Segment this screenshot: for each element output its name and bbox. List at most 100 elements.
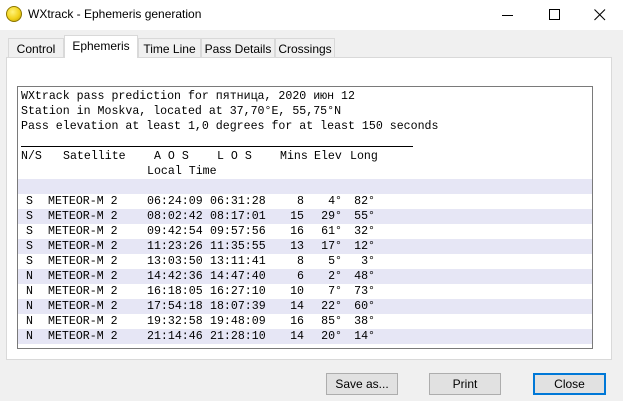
table-row: S METEOR-M 2 06:24:09 06:31:28 8 4° 82° <box>18 194 592 209</box>
table-row: S METEOR-M 2 09:42:54 09:57:56 16 61° 32° <box>18 224 592 239</box>
cell-los: 16:27:10 <box>210 285 266 298</box>
cell-elev: 4° <box>328 195 342 208</box>
cell-los: 13:11:41 <box>210 255 266 268</box>
col-header-mins: Mins <box>280 150 308 163</box>
col-header-los: L O S <box>217 150 252 163</box>
sun-icon <box>6 6 22 22</box>
blank-row <box>18 179 592 194</box>
col-header-satellite: Satellite <box>63 150 126 163</box>
cell-los: 11:35:55 <box>210 240 266 253</box>
cell-aos: 11:23:26 <box>147 240 203 253</box>
minimize-button[interactable] <box>485 0 531 30</box>
cell-satellite: METEOR-M 2 <box>48 300 118 313</box>
save-as-button[interactable]: Save as... <box>326 373 398 395</box>
cell-los: 09:57:56 <box>210 225 266 238</box>
cell-long: 73° <box>354 285 375 298</box>
cell-los: 18:07:39 <box>210 300 266 313</box>
cell-ns: S <box>26 240 33 253</box>
cell-aos: 21:14:46 <box>147 330 203 343</box>
cell-aos: 19:32:58 <box>147 315 203 328</box>
cell-mins: 15 <box>290 210 304 223</box>
print-button[interactable]: Print <box>429 373 501 395</box>
cell-satellite: METEOR-M 2 <box>48 255 118 268</box>
cell-long: 38° <box>354 315 375 328</box>
cell-satellite: METEOR-M 2 <box>48 270 118 283</box>
cell-mins: 16 <box>290 225 304 238</box>
cell-elev: 7° <box>328 285 342 298</box>
table-row: S METEOR-M 2 11:23:26 11:35:55 13 17° 12° <box>18 239 592 254</box>
minimize-icon <box>502 15 513 16</box>
col-header-long: Long <box>350 150 378 163</box>
cell-elev: 22° <box>321 300 342 313</box>
table-row: N METEOR-M 2 21:14:46 21:28:10 14 20° 14° <box>18 329 592 344</box>
tab-pass-details[interactable]: Pass Details <box>201 38 275 58</box>
cell-mins: 14 <box>290 300 304 313</box>
station-line: Station in Moskva, located at 37,70°E, 5… <box>21 105 342 118</box>
col-header-aos: A O S <box>154 150 189 163</box>
cell-satellite: METEOR-M 2 <box>48 330 118 343</box>
cell-satellite: METEOR-M 2 <box>48 285 118 298</box>
cell-aos: 09:42:54 <box>147 225 203 238</box>
cell-satellite: METEOR-M 2 <box>48 240 118 253</box>
cell-long: 14° <box>354 330 375 343</box>
cell-long: 55° <box>354 210 375 223</box>
elevation-line: Pass elevation at least 1,0 degrees for … <box>21 120 439 133</box>
cell-satellite: METEOR-M 2 <box>48 225 118 238</box>
tab-control[interactable]: Control <box>8 38 64 58</box>
cell-long: 32° <box>354 225 375 238</box>
cell-satellite: METEOR-M 2 <box>48 195 118 208</box>
cell-elev: 29° <box>321 210 342 223</box>
cell-mins: 16 <box>290 315 304 328</box>
cell-ns: S <box>26 255 33 268</box>
cell-mins: 10 <box>290 285 304 298</box>
cell-ns: N <box>26 315 33 328</box>
cell-aos: 16:18:05 <box>147 285 203 298</box>
cell-long: 3° <box>361 255 375 268</box>
cell-elev: 17° <box>321 240 342 253</box>
tab-time-line[interactable]: Time Line <box>138 38 201 58</box>
cell-aos: 13:03:50 <box>147 255 203 268</box>
cell-elev: 2° <box>328 270 342 283</box>
cell-mins: 13 <box>290 240 304 253</box>
cell-mins: 8 <box>297 195 304 208</box>
maximize-button[interactable] <box>532 0 578 30</box>
col-header-local-time: Local Time <box>147 165 217 178</box>
tab-crossings[interactable]: Crossings <box>275 38 335 58</box>
table-row: N METEOR-M 2 14:42:36 14:47:40 6 2° 48° <box>18 269 592 284</box>
cell-long: 12° <box>354 240 375 253</box>
tab-ephemeris[interactable]: Ephemeris <box>64 35 138 58</box>
cell-elev: 5° <box>328 255 342 268</box>
cell-los: 21:28:10 <box>210 330 266 343</box>
close-button[interactable]: Close <box>533 373 606 395</box>
cell-elev: 20° <box>321 330 342 343</box>
cell-ns: S <box>26 225 33 238</box>
close-icon <box>594 9 606 21</box>
cell-elev: 85° <box>321 315 342 328</box>
table-row: N METEOR-M 2 19:32:58 19:48:09 16 85° 38° <box>18 314 592 329</box>
cell-long: 60° <box>354 300 375 313</box>
cell-satellite: METEOR-M 2 <box>48 315 118 328</box>
cell-los: 08:17:01 <box>210 210 266 223</box>
table-row: N METEOR-M 2 16:18:05 16:27:10 10 7° 73° <box>18 284 592 299</box>
cell-los: 19:48:09 <box>210 315 266 328</box>
close-window-button[interactable] <box>577 0 623 30</box>
cell-mins: 6 <box>297 270 304 283</box>
cell-long: 82° <box>354 195 375 208</box>
maximize-icon <box>549 9 560 20</box>
cell-ns: S <box>26 210 33 223</box>
title-bar: WXtrack - Ephemeris generation <box>0 0 623 30</box>
report-title-line: WXtrack pass prediction for пятница, 202… <box>21 90 355 103</box>
cell-ns: N <box>26 285 33 298</box>
cell-satellite: METEOR-M 2 <box>48 210 118 223</box>
table-row: N METEOR-M 2 17:54:18 18:07:39 14 22° 60° <box>18 299 592 314</box>
cell-los: 14:47:40 <box>210 270 266 283</box>
ephemeris-report[interactable]: WXtrack pass prediction for пятница, 202… <box>17 86 593 349</box>
cell-mins: 14 <box>290 330 304 343</box>
window-title: WXtrack - Ephemeris generation <box>28 7 202 21</box>
cell-ns: N <box>26 300 33 313</box>
cell-elev: 61° <box>321 225 342 238</box>
cell-ns: N <box>26 330 33 343</box>
cell-ns: S <box>26 195 33 208</box>
cell-aos: 08:02:42 <box>147 210 203 223</box>
cell-los: 06:31:28 <box>210 195 266 208</box>
